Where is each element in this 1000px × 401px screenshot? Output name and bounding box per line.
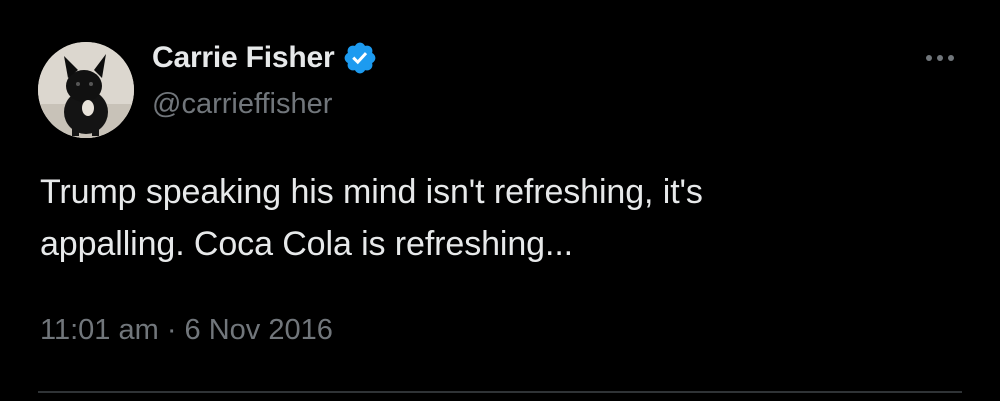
author-name-row[interactable]: Carrie Fisher: [152, 38, 378, 78]
tweet-card: Carrie Fisher @carrieffisher Trump speak…: [0, 0, 1000, 401]
author-avatar[interactable]: [38, 42, 134, 138]
tweet-timestamp[interactable]: 11:01 am · 6 Nov 2016: [40, 310, 333, 350]
more-dot: [948, 55, 954, 61]
dog-avatar-image: [38, 42, 134, 138]
tweet-text: Trump speaking his mind isn't refreshing…: [40, 166, 940, 270]
divider: [38, 391, 962, 393]
more-dot: [926, 55, 932, 61]
tweet-text-line: appalling. Coca Cola is refreshing...: [40, 225, 574, 263]
more-options-icon[interactable]: [920, 46, 960, 70]
more-dot: [937, 55, 943, 61]
tweet-text-line: Trump speaking his mind isn't refreshing…: [40, 173, 703, 211]
verified-badge-icon[interactable]: [342, 40, 378, 76]
author-handle[interactable]: @carrieffisher: [152, 84, 332, 124]
author-display-name[interactable]: Carrie Fisher: [152, 38, 335, 78]
